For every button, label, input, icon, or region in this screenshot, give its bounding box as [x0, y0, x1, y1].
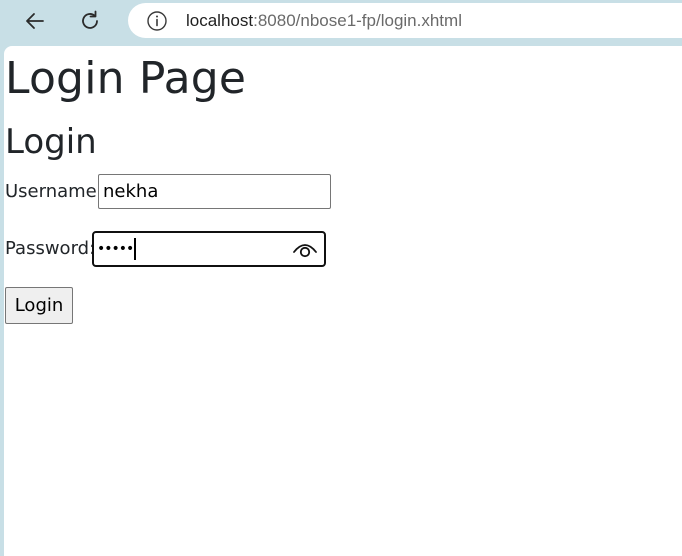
- page-title: Login Page: [5, 53, 247, 104]
- url-text[interactable]: localhost:8080/nbose1-fp/login.xhtml: [186, 11, 462, 31]
- username-input[interactable]: nekha: [98, 174, 331, 209]
- reload-button[interactable]: [73, 4, 107, 38]
- username-label: Username:: [5, 181, 103, 202]
- address-bar[interactable]: localhost:8080/nbose1-fp/login.xhtml: [128, 3, 682, 38]
- username-value: nekha: [103, 181, 159, 202]
- reload-icon: [82, 10, 98, 29]
- form-heading: Login: [5, 122, 97, 162]
- browser-toolbar: localhost:8080/nbose1-fp/login.xhtml: [0, 0, 682, 44]
- login-button[interactable]: Login: [5, 287, 73, 324]
- back-button[interactable]: [18, 4, 52, 38]
- password-input[interactable]: •••••: [92, 231, 326, 267]
- text-caret: [134, 238, 137, 260]
- info-icon[interactable]: [146, 10, 168, 32]
- url-host: localhost: [186, 10, 254, 30]
- password-masked-value: •••••: [97, 241, 134, 257]
- page-content: Login Page Login Username: nekha Passwor…: [4, 46, 682, 556]
- url-path: :8080/nbose1-fp/login.xhtml: [253, 10, 462, 30]
- back-arrow-icon: [26, 13, 44, 29]
- password-label: Password:: [5, 238, 96, 259]
- eye-icon[interactable]: [292, 240, 318, 260]
